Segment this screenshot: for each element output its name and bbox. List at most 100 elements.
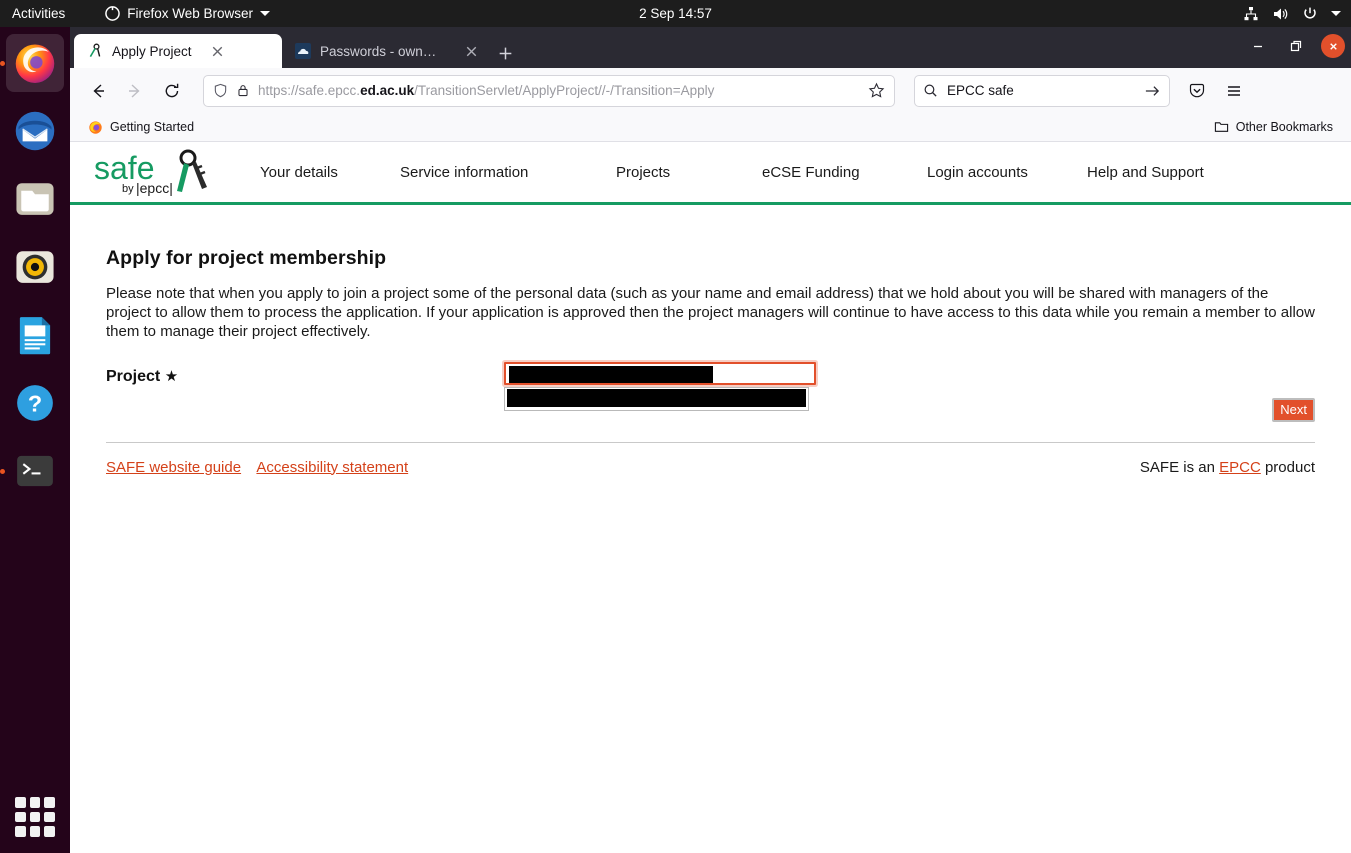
site-footer: SAFE website guide Accessibility stateme… <box>70 443 1351 476</box>
chevron-down-icon <box>1331 11 1341 16</box>
star-icon[interactable] <box>868 82 885 99</box>
document-icon <box>19 317 51 355</box>
dock-item-terminal[interactable] <box>0 442 64 500</box>
reload-icon <box>165 83 179 97</box>
dock-item-libreoffice-writer[interactable] <box>6 306 64 364</box>
volume-icon <box>1274 8 1288 19</box>
lock-icon[interactable] <box>236 83 250 98</box>
dock-item-firefox[interactable] <box>0 34 64 92</box>
ubuntu-dock: ? <box>0 27 70 853</box>
app-menu-label: Firefox Web Browser <box>127 6 254 21</box>
bookmark-label: Getting Started <box>110 120 195 134</box>
close-icon[interactable] <box>209 43 226 60</box>
activities-button[interactable]: Activities <box>12 6 65 21</box>
show-applications-button[interactable] <box>15 797 55 837</box>
nav-item-login-accounts[interactable]: Login accounts <box>927 164 1087 181</box>
svg-text:by: by <box>122 183 134 195</box>
minimize-button[interactable] <box>1245 33 1271 59</box>
other-bookmarks-button[interactable]: Other Bookmarks <box>1208 118 1339 136</box>
grid-dot <box>15 797 26 808</box>
window-controls <box>1245 33 1345 59</box>
search-icon <box>924 84 937 97</box>
plus-icon <box>499 47 511 59</box>
folder-icon <box>1214 122 1228 132</box>
nav-item-ecse-funding[interactable]: eCSE Funding <box>762 164 927 181</box>
system-tray[interactable] <box>1243 6 1341 22</box>
dock-item-thunderbird[interactable] <box>6 102 64 160</box>
footer-link-safe-website-guide[interactable]: SAFE website guide <box>106 459 241 476</box>
nav-item-service-information[interactable]: Service information <box>400 164 616 181</box>
owncloud-icon <box>295 43 311 59</box>
nav-item-your-details[interactable]: Your details <box>260 164 400 181</box>
tab-strip: Apply Project Passwords - ownCloud <box>70 27 1351 68</box>
search-bar[interactable]: EPCC safe <box>914 74 1170 107</box>
reload-button[interactable] <box>156 75 188 107</box>
dock-item-help[interactable]: ? <box>6 374 64 432</box>
credit-prefix: SAFE is an <box>1139 458 1220 476</box>
address-bar[interactable]: https://safe.epcc.ed.ac.uk/TransitionSer… <box>203 74 895 107</box>
grid-dot <box>44 826 55 837</box>
navigation-toolbar: https://safe.epcc.ed.ac.uk/TransitionSer… <box>70 68 1351 113</box>
menu-icon <box>1228 85 1240 96</box>
help-icon: ? <box>17 385 53 421</box>
tab-title: Apply Project <box>112 43 192 59</box>
arrow-left-icon <box>93 83 104 98</box>
firefox-icon <box>105 6 121 21</box>
svg-text:?: ? <box>28 390 42 416</box>
new-tab-button[interactable] <box>490 38 520 68</box>
grid-dot <box>44 797 55 808</box>
project-field-label: Project ★ <box>106 367 178 386</box>
search-input[interactable]: EPCC safe <box>947 83 1135 98</box>
redacted-value <box>509 365 713 383</box>
project-field-wrapper <box>504 361 816 411</box>
power-icon <box>1304 7 1316 19</box>
network-icon <box>1244 6 1258 20</box>
required-marker: ★ <box>164 367 179 385</box>
pocket-icon <box>1189 83 1205 97</box>
bookmark-getting-started[interactable]: Getting Started <box>82 118 200 137</box>
safe-key-icon <box>89 43 101 58</box>
gnome-top-bar: Activities Firefox Web Browser 2 Sep 14:… <box>0 0 1351 27</box>
running-indicator <box>0 468 5 474</box>
close-window-button[interactable] <box>1321 34 1345 58</box>
footer-link-accessibility-statement[interactable]: Accessibility statement <box>256 459 408 476</box>
app-menu-button[interactable]: Firefox Web Browser <box>105 6 271 21</box>
close-icon[interactable] <box>463 43 480 60</box>
other-bookmarks-label: Other Bookmarks <box>1235 120 1333 134</box>
url-path: /TransitionServlet/ApplyProject//-/Trans… <box>414 83 715 98</box>
footer-credit: SAFE is an EPCC product <box>1140 459 1315 476</box>
running-indicator <box>0 60 5 66</box>
nav-item-projects[interactable]: Projects <box>616 164 762 181</box>
url-domain: ed.ac.uk <box>360 83 415 98</box>
redacted-suggestion <box>507 388 806 407</box>
page-title: Apply for project membership <box>106 247 387 269</box>
nav-item-help-and-support[interactable]: Help and Support <box>1087 164 1237 181</box>
arrow-right-icon[interactable] <box>1144 83 1161 99</box>
firefox-icon <box>89 120 102 134</box>
url-prefix: https://safe.epcc. <box>258 83 361 98</box>
dock-item-rhythmbox[interactable] <box>6 238 64 296</box>
back-button[interactable] <box>82 75 114 107</box>
project-input[interactable] <box>504 361 816 385</box>
app-menu-hamburger-button[interactable] <box>1218 75 1250 107</box>
shield-icon[interactable] <box>213 83 228 98</box>
bookmarks-toolbar: Getting Started Other Bookmarks <box>70 113 1351 142</box>
tab-title: Passwords - ownCloud <box>320 43 446 59</box>
dock-item-files[interactable] <box>6 170 64 228</box>
svg-text:|epcc|: |epcc| <box>136 180 173 196</box>
terminal-icon <box>17 455 53 487</box>
footer-links: SAFE website guide Accessibility stateme… <box>106 459 420 476</box>
grid-dot <box>44 811 55 823</box>
tab-passwords-owncloud[interactable]: Passwords - ownCloud <box>282 34 490 68</box>
pocket-save-button[interactable] <box>1181 75 1213 107</box>
footer-link-epcc[interactable]: EPCC <box>1219 459 1261 476</box>
project-suggestion-dropdown[interactable] <box>504 386 809 411</box>
url-text: https://safe.epcc.ed.ac.uk/TransitionSer… <box>258 83 860 98</box>
grid-dot <box>29 797 41 808</box>
grid-dot <box>29 826 41 837</box>
site-navigation: Your details Service information Project… <box>260 164 1237 181</box>
tab-apply-project[interactable]: Apply Project <box>74 34 282 68</box>
maximize-button[interactable] <box>1283 33 1309 59</box>
safe-by-epcc-logo[interactable]: safe by |epcc| <box>92 146 222 198</box>
next-button[interactable]: Next <box>1272 397 1315 422</box>
